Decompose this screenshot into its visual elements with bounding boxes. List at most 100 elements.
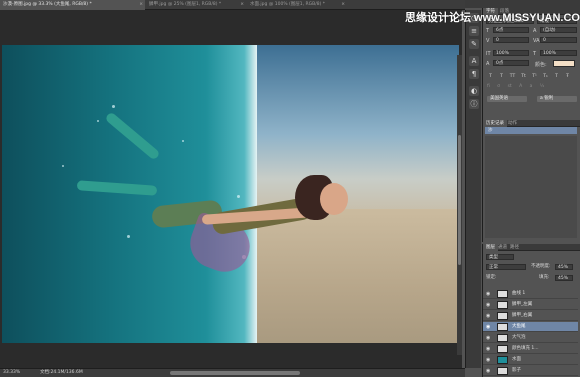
color-label: 颜色: (535, 62, 547, 68)
document-size: 文档:24.1M/136.6M (40, 370, 83, 375)
vertical-scrollbar[interactable] (457, 55, 462, 355)
tab-label: 鳞甲.jpg @ 25% (图层1, RGB/8) * (149, 2, 222, 7)
layer-row[interactable]: ◉ 曲线 1 (483, 289, 578, 299)
swash-icon[interactable]: st (508, 84, 512, 89)
tracking-icon: VA (533, 38, 540, 44)
status-bar: 33.33% 文档:24.1M/136.6M (0, 368, 465, 377)
kerning-icon: V (486, 38, 490, 44)
all-caps-button[interactable]: TT (509, 74, 516, 80)
layer-thumbnail (497, 356, 508, 364)
layer-thumbnail (497, 301, 508, 309)
vertical-scale-field[interactable]: 100% (493, 50, 529, 56)
panel-dock-header (465, 0, 580, 8)
subscript-button[interactable]: T₁ (542, 74, 549, 80)
layer-name: 颜色填充 1... (512, 346, 539, 351)
titling-icon[interactable]: A (519, 84, 522, 89)
small-caps-button[interactable]: Tt (520, 74, 527, 80)
layer-name: 大鱼尾 (512, 324, 526, 329)
horizontal-scrollbar[interactable] (170, 371, 300, 375)
fill-field[interactable]: 45% (555, 275, 573, 281)
underline-button[interactable]: T (553, 74, 560, 80)
layer-filter-select[interactable]: 类型 (486, 254, 514, 260)
scrollbar-thumb[interactable] (458, 135, 461, 265)
paragraph-icon[interactable]: ¶ (469, 69, 479, 79)
lock-label: 锁定: (486, 275, 497, 280)
tab-label: 沙漠-原图.jpg @ 33.3% (大鱼尾, RGB/8) * (3, 2, 92, 7)
opentype-buttons-row: fi σ st A a ½ (487, 84, 577, 90)
layer-row-selected[interactable]: ◉ 大鱼尾 (483, 322, 578, 332)
layer-row[interactable]: ◉ 水面 (483, 355, 578, 365)
eye-icon[interactable]: ◉ (486, 322, 490, 332)
tracking-field[interactable]: 0 (540, 37, 577, 43)
character-icon[interactable]: A (469, 56, 479, 66)
eye-icon[interactable]: ◉ (486, 311, 490, 321)
blend-mode-select[interactable]: 正常 (486, 264, 526, 270)
text-color-swatch[interactable] (553, 60, 575, 67)
language-select[interactable]: 美国英语 (487, 96, 527, 102)
tab-history[interactable]: 历史记录 (483, 120, 507, 127)
layer-thumbnail (497, 345, 508, 353)
faux-italic-button[interactable]: T (498, 74, 505, 80)
eye-icon[interactable]: ◉ (486, 289, 490, 299)
opacity-field[interactable]: 45% (555, 264, 573, 270)
tab-scales-document[interactable]: 鳞甲.jpg @ 25% (图层1, RGB/8) * × (146, 0, 246, 10)
opacity-label: 不透明度: (531, 264, 551, 269)
horizontal-scale-icon: T (533, 51, 537, 57)
eye-icon[interactable]: ◉ (486, 344, 490, 354)
close-icon[interactable]: × (240, 0, 244, 10)
canvas-area[interactable] (0, 10, 462, 368)
zoom-level[interactable]: 33.33% (3, 369, 20, 377)
oldstyle-icon[interactable]: σ (497, 84, 500, 89)
bubble (127, 235, 130, 238)
layer-name: 水面 (512, 357, 521, 362)
ligature-icon[interactable]: fi (487, 84, 490, 89)
horizontal-scale-field[interactable]: 100% (540, 50, 577, 56)
antialias-select[interactable]: a 锐利 (537, 96, 577, 102)
eye-icon[interactable]: ◉ (486, 300, 490, 310)
bubble (112, 105, 115, 108)
layer-thumbnail (497, 312, 508, 320)
tab-desert-document[interactable]: 沙漠-原图.jpg @ 33.3% (大鱼尾, RGB/8) * × (0, 0, 145, 10)
layer-row[interactable]: ◉ 影子 (483, 366, 578, 376)
layer-row[interactable]: ◉ 颜色填充 1... (483, 344, 578, 354)
fraction-icon[interactable]: ½ (540, 84, 544, 89)
bubble (182, 140, 184, 142)
bubble (97, 120, 99, 122)
font-size-icon: T (486, 28, 490, 34)
tab-water-document[interactable]: 水面.jpg @ 100% (图层1, RGB/8) * × (247, 0, 347, 10)
strikethrough-button[interactable]: Ŧ (564, 74, 571, 80)
brush-icon[interactable]: ✎ (469, 39, 479, 49)
tab-paths[interactable]: 路径 (507, 244, 522, 251)
baseline-field[interactable]: 0点 (493, 60, 529, 66)
history-snapshot[interactable]: 沙 (485, 127, 577, 134)
close-icon[interactable]: × (139, 0, 143, 10)
history-list[interactable] (485, 136, 577, 238)
desert-sand (257, 208, 459, 343)
leading-field[interactable]: (自动) (540, 27, 577, 33)
layer-thumbnail (497, 334, 508, 342)
adjustments-icon[interactable]: ◐ (469, 86, 479, 96)
panel-icon-strip: ◷ ≡ ✎ A ¶ ◐ ⓘ (465, 10, 481, 368)
history-panel: 历史记录 动作 沙 (482, 120, 580, 242)
eye-icon[interactable]: ◉ (486, 366, 490, 376)
info-icon[interactable]: ⓘ (469, 99, 479, 109)
kerning-field[interactable]: 0 (493, 37, 529, 43)
faux-bold-button[interactable]: T (487, 74, 494, 80)
font-size-field[interactable]: 6点 (493, 27, 529, 33)
layer-row[interactable]: ◉ 鳞甲_右翼 (483, 311, 578, 321)
watermark-text: 思缘设计论坛 www.MISSYUAN.COM (405, 12, 580, 24)
superscript-button[interactable]: T¹ (531, 74, 538, 80)
ordinal-icon[interactable]: a (530, 84, 533, 89)
vertical-scale-icon: IT (486, 51, 491, 57)
layers-panel-tabs: 图层 通道 路径 (483, 244, 580, 251)
layer-name: 曲线 1 (512, 291, 526, 296)
document-canvas-image[interactable] (2, 45, 459, 343)
close-icon[interactable]: × (341, 0, 345, 10)
eye-icon[interactable]: ◉ (486, 355, 490, 365)
tab-actions[interactable]: 动作 (505, 120, 520, 127)
layer-row[interactable]: ◉ 鳞甲_左翼 (483, 300, 578, 310)
properties-icon[interactable]: ≡ (469, 26, 479, 36)
eye-icon[interactable]: ◉ (486, 333, 490, 343)
layer-row[interactable]: ◉ 大气泡 (483, 333, 578, 343)
layer-name: 大气泡 (512, 335, 526, 340)
